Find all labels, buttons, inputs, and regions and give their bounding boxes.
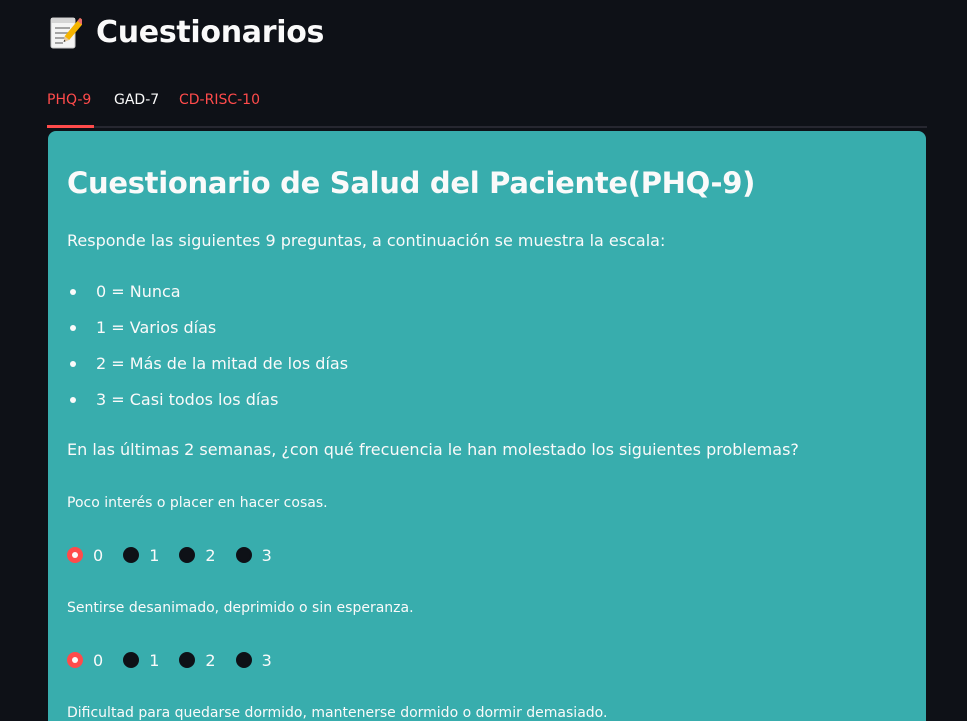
radio-label: 3	[261, 650, 272, 670]
tab-bar: PHQ-9 GAD-7 CD-RISC-10	[47, 88, 927, 128]
bullet-icon	[70, 397, 76, 403]
bullet-icon	[70, 289, 76, 295]
radio-unselected-icon[interactable]	[179, 547, 196, 563]
scale-item-text: 1 = Varios días	[96, 318, 217, 337]
radio-unselected-icon[interactable]	[235, 547, 252, 563]
radio-option-2[interactable]: 2	[179, 650, 216, 670]
scale-list: 0 = Nunca 1 = Varios días 2 = Más de la …	[67, 278, 348, 422]
radio-option-2[interactable]: 2	[179, 545, 216, 565]
list-item: 2 = Más de la mitad de los días	[67, 350, 348, 386]
radio-option-1[interactable]: 1	[123, 651, 159, 670]
radio-option-3[interactable]: 3	[235, 545, 272, 565]
radio-label: 3	[261, 545, 272, 565]
radio-option-0[interactable]: 0	[67, 651, 103, 670]
tab-track	[47, 126, 927, 128]
tab-cd-risc-10[interactable]: CD-RISC-10	[179, 92, 260, 108]
radio-unselected-icon[interactable]	[235, 652, 252, 668]
page-title: Cuestionarios	[48, 14, 324, 50]
intro-text: Responde las siguientes 9 preguntas, a c…	[67, 231, 666, 250]
list-item: 0 = Nunca	[67, 278, 348, 314]
app-title-text: Cuestionarios	[96, 14, 325, 50]
question-3: Dificultad para quedarse dormido, manten…	[67, 705, 907, 721]
radio-option-1[interactable]: 1	[123, 546, 159, 565]
radio-label: 0	[93, 650, 104, 670]
tab-gad7[interactable]: GAD-7	[114, 92, 159, 108]
radio-unselected-icon[interactable]	[123, 652, 140, 668]
scale-item-text: 3 = Casi todos los días	[96, 390, 279, 409]
tab-active-indicator	[47, 125, 94, 128]
scale-item-text: 2 = Más de la mitad de los días	[96, 354, 349, 373]
scale-item-text: 0 = Nunca	[96, 282, 181, 301]
question-1: Poco interés o placer en hacer cosas. 0 …	[67, 495, 907, 567]
radio-label: 1	[149, 650, 160, 670]
bullet-icon	[70, 361, 76, 367]
radio-selected-icon[interactable]	[67, 652, 83, 668]
memo-icon	[50, 17, 82, 49]
radio-option-3[interactable]: 3	[235, 650, 272, 670]
radio-unselected-icon[interactable]	[123, 547, 140, 563]
radio-unselected-icon[interactable]	[179, 652, 196, 668]
questionnaire-card: Cuestionario de Salud del Paciente(PHQ-9…	[48, 131, 926, 721]
radio-selected-icon[interactable]	[67, 547, 83, 563]
question-label: Sentirse desanimado, deprimido o sin esp…	[67, 600, 414, 616]
radio-group: 0 1 2 3	[67, 543, 907, 567]
radio-option-0[interactable]: 0	[67, 546, 103, 565]
card-title: Cuestionario de Salud del Paciente(PHQ-9…	[67, 166, 756, 200]
radio-label: 2	[205, 545, 216, 565]
bullet-icon	[70, 325, 76, 331]
tab-phq9[interactable]: PHQ-9	[47, 92, 91, 108]
question-heading: En las últimas 2 semanas, ¿con qué frecu…	[67, 440, 799, 459]
radio-label: 1	[149, 545, 160, 565]
app-page: Cuestionarios PHQ-9 GAD-7 CD-RISC-10 Cue…	[0, 0, 967, 721]
question-label: Dificultad para quedarse dormido, manten…	[67, 705, 608, 721]
radio-label: 2	[205, 650, 216, 670]
radio-label: 0	[93, 545, 104, 565]
question-label: Poco interés o placer en hacer cosas.	[67, 495, 328, 511]
list-item: 3 = Casi todos los días	[67, 386, 348, 422]
question-2: Sentirse desanimado, deprimido o sin esp…	[67, 600, 907, 672]
list-item: 1 = Varios días	[67, 314, 348, 350]
radio-group: 0 1 2 3	[67, 648, 907, 672]
